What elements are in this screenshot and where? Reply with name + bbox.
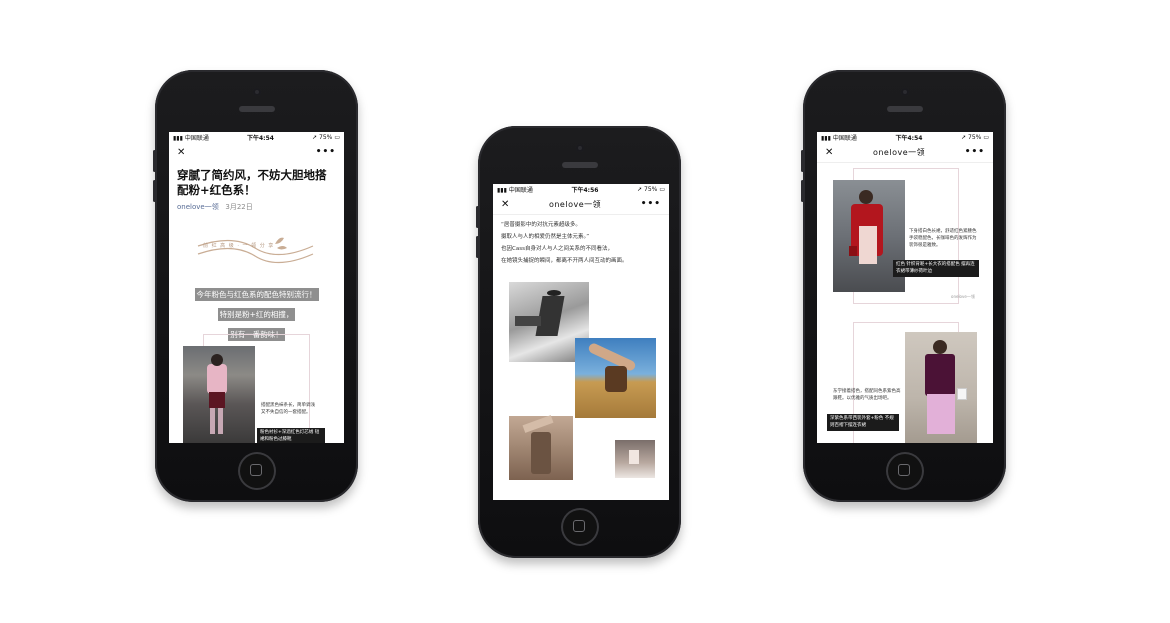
carrier-label: 中国联通 bbox=[832, 134, 857, 142]
carrier-label: 中国联通 bbox=[184, 134, 209, 142]
status-bar: ▮▮▮ 中国联通 下午4:54 ➚ 75% ▭ bbox=[817, 132, 993, 142]
phone-3: ▮▮▮ 中国联通 下午4:54 ➚ 75% ▭ ✕ onelove一领 ••• … bbox=[801, 70, 1006, 502]
photo-caption: 搭配黑色袜条长，简单调浅 又不失自信的一套搭配。 bbox=[261, 403, 315, 415]
home-button[interactable] bbox=[237, 452, 276, 490]
carrier-label: 中国联通 bbox=[508, 186, 533, 194]
paragraph-line: 在她镜头捕捉的瞬间，都离不开两人间互动的画面。 bbox=[501, 258, 628, 264]
status-bar: ▮▮▮ 中国联通 下午4:54 ➚ 75% ▭ bbox=[169, 132, 344, 142]
nav-bar: ✕ ••• bbox=[169, 142, 344, 162]
photo-small-thumbnail bbox=[615, 440, 655, 478]
status-time: 下午4:54 bbox=[247, 134, 274, 142]
brand-logo: 前 红 高 级 · 一 领 分 享 bbox=[193, 232, 318, 268]
more-icon[interactable]: ••• bbox=[316, 147, 336, 157]
home-button[interactable] bbox=[885, 452, 924, 490]
photo-dark-caption: 深紫色系带西装外套+粉色 不规则百褶下摆连衣裙 bbox=[827, 414, 899, 431]
status-time: 下午4:56 bbox=[571, 186, 599, 194]
volume-button bbox=[801, 150, 804, 172]
close-icon[interactable]: ✕ bbox=[825, 147, 833, 158]
fashion-photo-purple-blazer bbox=[905, 332, 977, 443]
earpiece-speaker bbox=[238, 106, 275, 112]
location-icon: ➚ bbox=[637, 185, 643, 193]
highlight-line-2: 特别是粉+红的相撞， bbox=[217, 308, 296, 321]
battery-icon: ▭ bbox=[659, 185, 665, 193]
status-time: 下午4:54 bbox=[895, 134, 923, 142]
phone-1: ▮▮▮ 中国联通 下午4:54 ➚ 75% ▭ ✕ ••• 穿腻了简约风，不妨大… bbox=[153, 70, 358, 502]
publish-date: 3月22日 bbox=[225, 203, 253, 211]
fashion-photo-pink-outfit bbox=[183, 346, 255, 443]
battery-label: 75% bbox=[968, 133, 982, 141]
signal-icon: ▮▮▮ bbox=[173, 134, 183, 142]
front-camera bbox=[575, 144, 584, 152]
signal-icon: ▮▮▮ bbox=[497, 186, 507, 194]
close-icon[interactable]: ✕ bbox=[177, 147, 185, 158]
photo-dark-caption: 粉色衬衫+深酒红色灯芯绒 短裙和粉色过膝靴 bbox=[257, 428, 325, 443]
volume-button bbox=[476, 236, 479, 258]
volume-button bbox=[153, 180, 156, 202]
battery-label: 75% bbox=[319, 133, 333, 141]
battery-icon: ▭ bbox=[334, 133, 340, 141]
battery-label: 75% bbox=[644, 185, 658, 193]
phone-2: ▮▮▮ 中国联通 下午4:56 ➚ 75% ▭ ✕ onelove一领 ••• … bbox=[476, 126, 681, 558]
volume-button bbox=[476, 206, 479, 228]
status-bar: ▮▮▮ 中国联通 下午4:56 ➚ 75% ▭ bbox=[493, 184, 669, 194]
signal-icon: ▮▮▮ bbox=[821, 134, 831, 142]
photo-desert-sky bbox=[575, 338, 656, 418]
nav-bar: ✕ onelove一领 ••• bbox=[493, 194, 669, 215]
photo-caption: 下身搭白色长裙，舒适红色紧腰色手袋稳配色，长咖啡色的发辉作为装饰很是雅致。 bbox=[909, 229, 977, 248]
article-body: “居普摄影中的对抗元素超级多。 摄取人与人的相爱仍然是主体元素。” 也因Cass… bbox=[493, 219, 669, 267]
earpiece-speaker bbox=[886, 106, 923, 112]
watermark-text: onelove一领 bbox=[951, 294, 975, 299]
volume-button bbox=[801, 180, 804, 202]
phone-2-screen[interactable]: ▮▮▮ 中国联通 下午4:56 ➚ 75% ▭ ✕ onelove一领 ••• … bbox=[493, 184, 669, 500]
front-camera bbox=[252, 88, 261, 96]
photo-dark-caption: 红色 针织背呢+长大衣的搭配色 摆再连衣裙带薄纱荷叶边 bbox=[893, 260, 979, 277]
more-icon[interactable]: ••• bbox=[641, 199, 661, 209]
paragraph-line: 摄取人与人的相爱仍然是主体元素。” bbox=[501, 234, 590, 240]
location-icon: ➚ bbox=[961, 133, 967, 141]
photo-caption: 东学接着搭色，搭配同色系紫色高跟鞋。以优雅的气质出场吧。 bbox=[833, 389, 901, 401]
close-icon[interactable]: ✕ bbox=[501, 199, 509, 210]
nav-title: onelove一领 bbox=[872, 147, 926, 157]
phone-3-screen[interactable]: ▮▮▮ 中国联通 下午4:54 ➚ 75% ▭ ✕ onelove一领 ••• … bbox=[817, 132, 993, 443]
more-icon[interactable]: ••• bbox=[965, 147, 985, 157]
article-meta: onelove一领 3月22日 bbox=[169, 202, 344, 212]
front-camera bbox=[900, 88, 909, 96]
earpiece-speaker bbox=[561, 162, 598, 168]
author-link[interactable]: onelove一领 bbox=[177, 203, 219, 211]
location-icon: ➚ bbox=[312, 133, 318, 141]
volume-button bbox=[153, 150, 156, 172]
home-button[interactable] bbox=[560, 508, 599, 546]
photo-sandy-portrait bbox=[509, 415, 573, 480]
highlight-line-1: 今年粉色与红色系的配色特别流行！ bbox=[194, 288, 319, 301]
phone-1-screen[interactable]: ▮▮▮ 中国联通 下午4:54 ➚ 75% ▭ ✕ ••• 穿腻了简约风，不妨大… bbox=[169, 132, 344, 443]
highlight-block: 今年粉色与红色系的配色特别流行！ 特别是粉+红的相撞， 别有一番韵味！ bbox=[169, 282, 344, 342]
nav-bar: ✕ onelove一领 ••• bbox=[817, 142, 993, 163]
paragraph-line: 也因Cass自身对人与人之间关系的不同看法， bbox=[501, 246, 613, 252]
battery-icon: ▭ bbox=[983, 133, 989, 141]
paragraph-line: “居普摄影中的对抗元素超级多。 bbox=[501, 222, 581, 228]
nav-title: onelove一领 bbox=[548, 199, 602, 209]
logo-text: 前 红 高 级 · 一 领 分 享 bbox=[203, 243, 275, 249]
article-title: 穿腻了简约风，不妨大胆地搭配粉+红色系！ bbox=[177, 168, 327, 197]
